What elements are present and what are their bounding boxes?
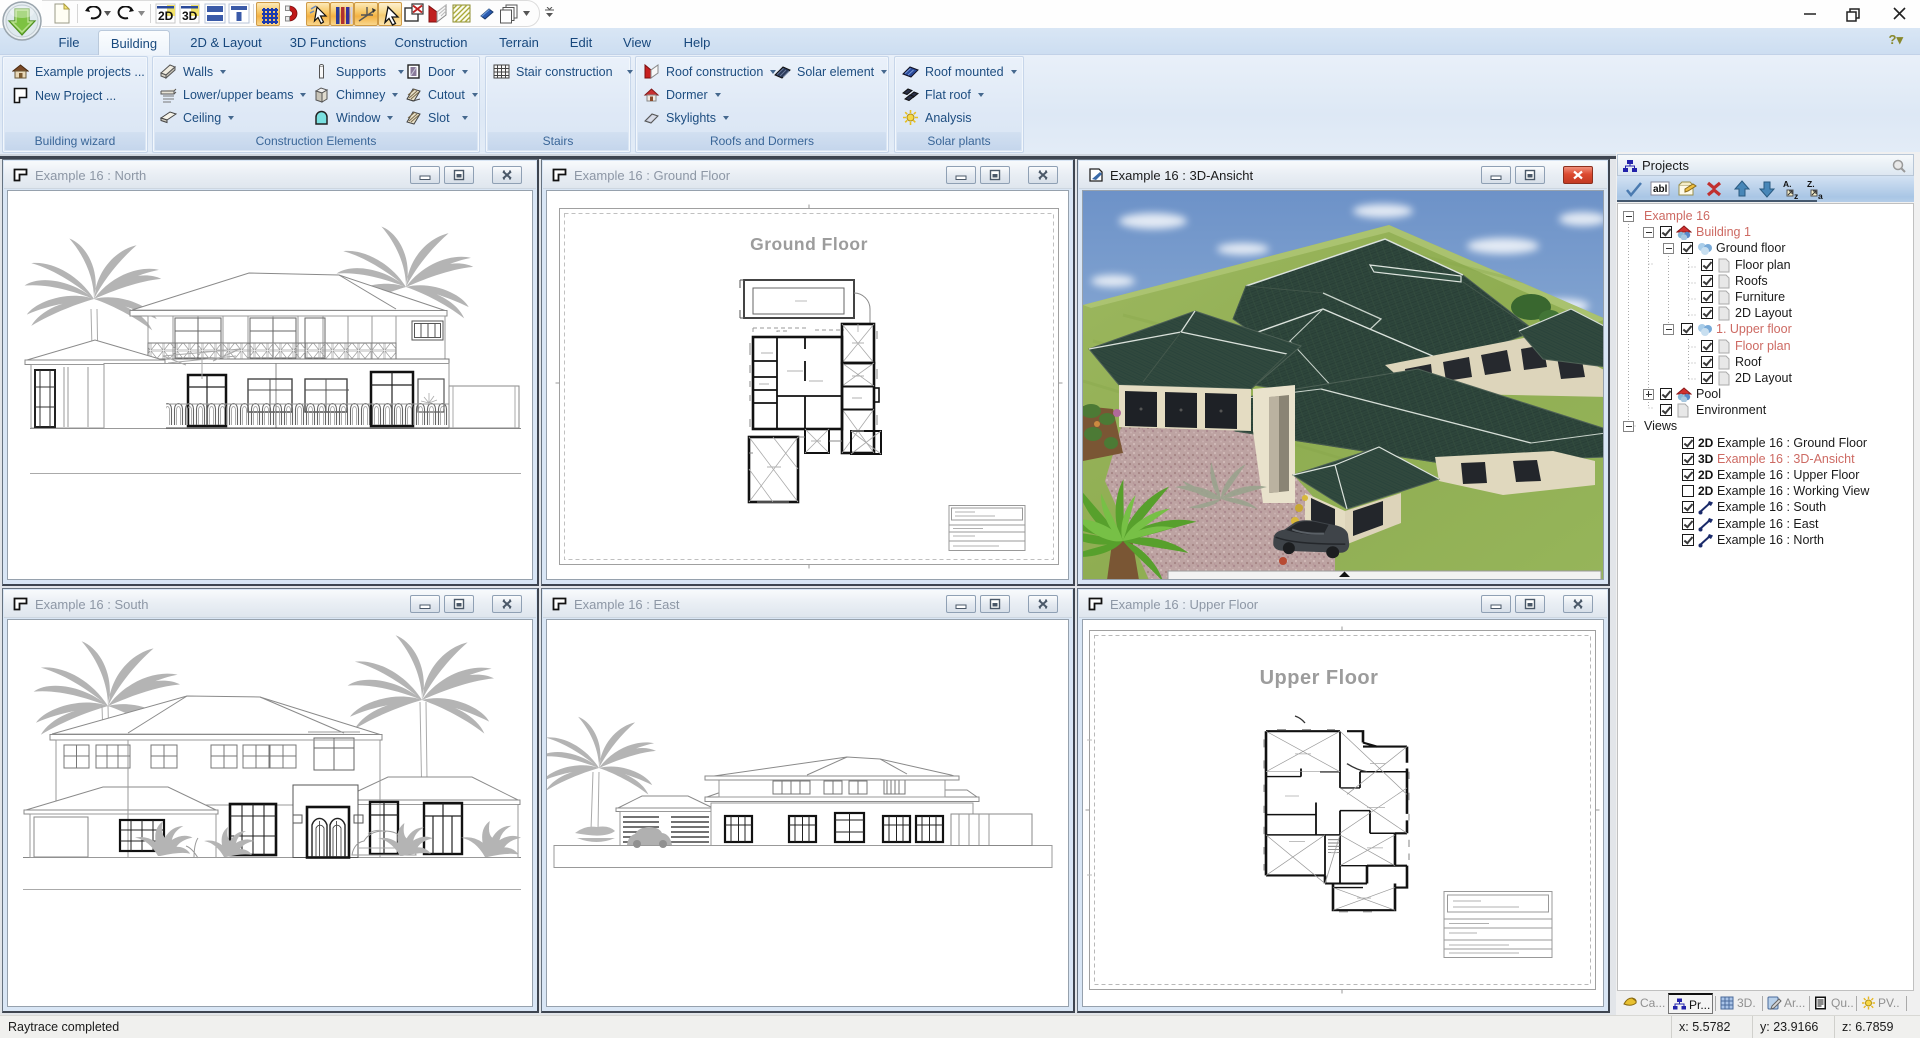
svg-text:abl: abl bbox=[1653, 184, 1668, 195]
svg-text:Z.: Z. bbox=[1807, 179, 1815, 189]
svg-text:2D: 2D bbox=[158, 9, 174, 23]
svg-text:A.: A. bbox=[1783, 179, 1792, 189]
svg-text:Upper Floor: Upper Floor bbox=[1260, 667, 1379, 689]
svg-text:Ground Floor: Ground Floor bbox=[750, 234, 868, 254]
svg-text:3D: 3D bbox=[182, 9, 198, 23]
svg-text:a: a bbox=[1818, 191, 1823, 200]
svg-text:z: z bbox=[1794, 191, 1798, 200]
